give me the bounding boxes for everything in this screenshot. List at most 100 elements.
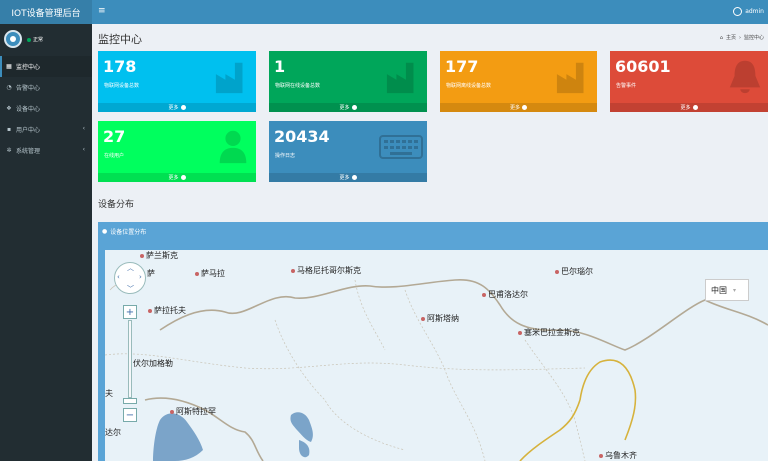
map-canvas[interactable]: 萨兰斯克 萨 萨马拉 马格尼托哥尔斯克 巴尔瑙尔 萨拉托夫 巴甫洛达尔 阿斯塔纳… [105, 250, 768, 461]
stat-value: 20434 [274, 127, 330, 146]
stat-box-alarm-events: 60601 告警事件 更多 [610, 51, 768, 112]
zoom-out-button[interactable]: − [123, 408, 137, 422]
more-link[interactable]: 更多 [98, 103, 256, 112]
devices-icon: ❖ [6, 105, 12, 112]
more-link[interactable]: 更多 [440, 103, 597, 112]
sidebar-item-monitor[interactable]: ▦ 监控中心 [0, 56, 92, 77]
arrow-circle-right-icon [180, 175, 186, 180]
bell-icon [729, 60, 761, 94]
factory-icon [556, 62, 584, 94]
sidebar-item-label: 告警中心 [16, 85, 41, 92]
location-dot-icon [170, 409, 174, 414]
pan-left-icon[interactable]: ‹ [117, 273, 120, 281]
sidebar-item-label: 监控中心 [16, 64, 41, 71]
city-label: 巴尔瑙尔 [555, 266, 593, 277]
stat-label: 操作日志 [275, 153, 296, 159]
factory-icon [386, 62, 414, 94]
city-label: 达尔 [105, 428, 121, 437]
stat-box-online-users: 27 在线用户 更多 [98, 121, 256, 182]
city-label: 乌鲁木齐 [599, 450, 637, 461]
home-icon: ⌂ [719, 34, 723, 41]
more-link[interactable]: 更多 [610, 103, 768, 112]
stat-label: 物联网在线设备总数 [275, 83, 321, 89]
stat-value: 177 [445, 57, 479, 76]
city-label: 巴甫洛达尔 [482, 289, 528, 300]
sidebar-item-device[interactable]: ❖ 设备中心 [0, 98, 92, 119]
arrow-circle-right-icon [180, 105, 186, 110]
sidebar: 正常 ▦ 监控中心 ◔ 告警中心 ❖ 设备中心 ▪ 用户中心 ‹ ✲ 系统管理 … [0, 24, 92, 461]
city-label: 夫 [105, 389, 113, 398]
sidebar-item-label: 用户中心 [16, 127, 41, 134]
city-label: 萨 [147, 269, 155, 278]
city-label: 马格尼托哥尔斯克 [291, 265, 361, 276]
pan-right-icon[interactable]: › [139, 273, 142, 281]
pan-up-icon[interactable]: ︿ [127, 263, 134, 273]
country-select-value: 中国 [711, 285, 727, 295]
sidebar-item-system[interactable]: ✲ 系统管理 ‹ [0, 140, 92, 161]
stat-value: 1 [274, 57, 286, 76]
chevron-down-icon: ▾ [733, 286, 737, 294]
stat-label: 物联网设备总数 [104, 83, 140, 89]
zoom-in-button[interactable]: + [123, 305, 137, 319]
city-label: 阿斯特拉罕 [170, 406, 216, 417]
gear-icon: ✲ [6, 147, 12, 154]
stat-box-operation-logs: 20434 操作日志 更多 [269, 121, 427, 182]
sidebar-item-label: 设备中心 [16, 106, 41, 113]
user-icon: ▪ [6, 126, 12, 133]
sidebar-toggle-icon[interactable]: ≡ [98, 6, 106, 16]
location-dot-icon [421, 316, 425, 321]
pan-down-icon[interactable]: ﹀ [127, 284, 134, 294]
online-dot-icon [27, 37, 31, 42]
more-link[interactable]: 更多 [269, 103, 427, 112]
dashboard-icon: ▦ [6, 63, 12, 70]
factory-icon [215, 62, 243, 94]
map-panel-header: ● 设备位置分布 [102, 227, 146, 236]
zoom-slider-handle[interactable] [123, 398, 137, 404]
location-dot-icon [518, 330, 522, 335]
arrow-circle-right-icon [692, 105, 698, 110]
username: admin [745, 8, 764, 15]
location-dot-icon [555, 269, 559, 274]
city-label: 萨马拉 [195, 268, 225, 279]
location-dot-icon [291, 268, 295, 273]
brand-logo[interactable]: IOT设备管理后台 [0, 0, 92, 24]
zoom-slider[interactable] [128, 320, 132, 398]
chevron-left-icon: ‹ [82, 146, 85, 153]
map-marker-icon: ● [102, 228, 108, 235]
map-panel-title: 设备位置分布 [110, 229, 147, 236]
location-dot-icon [599, 453, 603, 458]
city-label: 伏尔加格勒 [133, 359, 173, 368]
user-menu[interactable]: admin [733, 7, 764, 16]
more-link[interactable]: 更多 [269, 173, 427, 182]
person-icon [219, 130, 247, 164]
location-dot-icon [140, 253, 144, 258]
user-panel: 正常 [0, 24, 92, 56]
status-text: 正常 [33, 37, 44, 43]
map-pan-control[interactable]: ︿ ﹀ ‹ › [114, 262, 146, 294]
arrow-circle-right-icon [351, 175, 357, 180]
location-dot-icon [148, 308, 152, 313]
location-dot-icon [195, 271, 199, 276]
arrow-circle-right-icon [522, 105, 527, 110]
keyboard-icon [379, 135, 423, 159]
avatar [733, 7, 743, 16]
arrow-circle-right-icon [351, 105, 357, 110]
stat-label: 物联网离线设备总数 [446, 83, 492, 89]
stat-value: 27 [103, 127, 126, 146]
country-select[interactable]: 中国 ▾ [705, 279, 749, 301]
user-status: 正常 [27, 36, 43, 43]
city-label: 萨兰斯克 [140, 250, 178, 261]
location-dot-icon [482, 292, 486, 297]
stat-box-offline-devices: 177 物联网离线设备总数 更多 [440, 51, 597, 112]
sidebar-item-alarm[interactable]: ◔ 告警中心 [0, 77, 92, 98]
stat-box-total-devices: 178 物联网设备总数 更多 [98, 51, 256, 112]
section-title: 设备分布 [98, 200, 135, 210]
stat-box-online-devices: 1 物联网在线设备总数 更多 [269, 51, 427, 112]
sidebar-item-user[interactable]: ▪ 用户中心 ‹ [0, 119, 92, 140]
breadcrumb-home[interactable]: 主页 [726, 34, 736, 41]
stat-label: 在线用户 [104, 153, 125, 159]
map-borders [105, 279, 768, 461]
more-link[interactable]: 更多 [98, 173, 256, 182]
city-label: 塞米巴拉金斯克 [518, 327, 580, 338]
city-label: 萨拉托夫 [148, 305, 186, 316]
